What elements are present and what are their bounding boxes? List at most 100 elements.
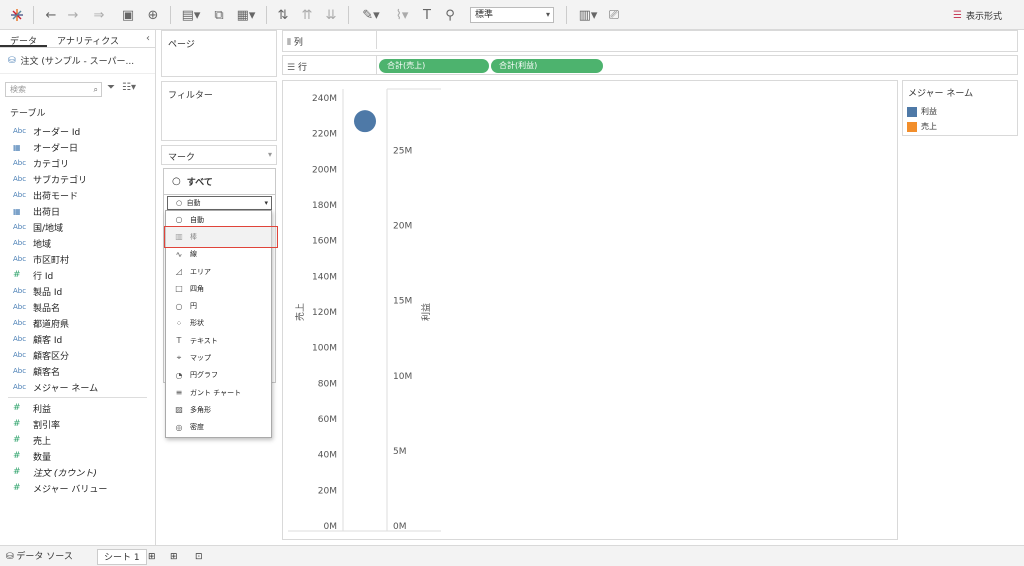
mark-type-option[interactable]: ▨ 多角形 (166, 401, 271, 418)
field-item[interactable]: Abc 地域 (0, 235, 155, 251)
fit-select[interactable]: 標準 ▾ (470, 7, 554, 23)
replay-icon[interactable]: ⇒ (88, 6, 110, 24)
show-me-button[interactable]: ☰ 表示形式 (953, 9, 1002, 22)
chart-svg[interactable]: 240M 220M 200M 180M 160M 140M 120M 100M 80M 60M 40… (283, 81, 899, 541)
sort-asc-icon[interactable]: ⇈ (298, 6, 316, 24)
field-item[interactable]: # 数量 (0, 448, 155, 464)
swap-icon[interactable]: ⇅ (274, 6, 292, 24)
new-datasource-icon[interactable]: ⊕ (145, 6, 161, 24)
columns-icon: ⦀ (287, 38, 291, 48)
label-icon[interactable]: T (419, 6, 435, 24)
field-item[interactable]: # 注文 (カウント) (0, 464, 155, 480)
field-item[interactable]: Abc カテゴリ (0, 155, 155, 171)
save-icon[interactable]: ▣ (120, 6, 136, 24)
field-item[interactable]: ▦ オーダー日 (0, 139, 155, 155)
collapse-icon[interactable]: ‹ (146, 33, 150, 44)
string-icon: Abc (13, 303, 27, 311)
group-icon[interactable]: ⌇▾ (389, 6, 415, 24)
mark-type-label: テキスト (190, 336, 218, 345)
field-item[interactable]: Abc 都道府県 (0, 315, 155, 331)
mark-type-select[interactable]: ○ 自動 ▾ (167, 196, 272, 210)
legend-item-profit[interactable]: 利益 (903, 104, 1017, 119)
mark-type-option[interactable]: □ 四角 (166, 280, 271, 297)
datasource-icon: ⛁ (8, 55, 16, 66)
field-name: カテゴリ (33, 159, 70, 170)
legend-swatch (907, 106, 917, 117)
marks-all-row[interactable]: ○ すべて (164, 169, 275, 195)
field-item[interactable]: Abc 市区町村 (0, 251, 155, 267)
clear-sheet-icon[interactable]: ▦▾ (232, 6, 260, 24)
mark-type-option[interactable]: ≡ ガント チャート (166, 384, 271, 401)
chevron-down-icon: ▾ (267, 150, 272, 159)
marks-card-header[interactable]: マーク ▾ (161, 145, 277, 165)
mark-type-option[interactable]: T テキスト (166, 332, 271, 349)
show-cards-icon[interactable]: ▥▾ (574, 6, 602, 24)
mark-type-option[interactable]: ◔ 円グラフ (166, 367, 271, 384)
field-name: 割引率 (33, 420, 61, 431)
rows-shelf[interactable]: ☰ 行 合計(売上) 合計(利益) (282, 55, 1018, 75)
pill-sum-profit[interactable]: 合計(利益) (491, 59, 603, 73)
highlight-icon[interactable]: ✎▾ (358, 6, 384, 24)
presentation-icon[interactable]: ⎚ (606, 6, 622, 24)
mark-type-option[interactable]: ∿ 線 (166, 246, 271, 263)
filter-icon[interactable]: ⏷ (107, 82, 115, 93)
new-worksheet-icon[interactable]: ▤▾ (177, 6, 205, 24)
new-sheet-icon[interactable]: ⊞ (148, 549, 156, 565)
columns-shelf[interactable]: ⦀ 列 (282, 30, 1018, 52)
field-item[interactable]: # 割引率 (0, 416, 155, 432)
field-name: 顧客区分 (33, 351, 70, 362)
field-item[interactable]: Abc 出荷モード (0, 187, 155, 203)
mark-type-icon: ≡ (175, 388, 183, 398)
mark-type-option[interactable]: ○ 円 (166, 297, 271, 314)
field-item[interactable]: Abc 製品名 (0, 299, 155, 315)
field-item[interactable]: Abc 顧客名 (0, 363, 155, 379)
undo-icon[interactable]: ← (42, 6, 60, 24)
tab-data[interactable]: データ (0, 30, 48, 47)
sheet-tab[interactable]: シート 1 (97, 549, 147, 565)
mark-type-label: 自動 (190, 215, 204, 224)
tab-analytics[interactable]: アナリティクス (47, 30, 129, 47)
mark-type-icon: ○ (175, 301, 183, 311)
pin-icon[interactable]: ⚲ (442, 6, 458, 24)
mark-type-option[interactable]: ◎ 密度 (166, 419, 271, 436)
string-icon: Abc (13, 319, 27, 327)
mark-type-option[interactable]: ⌖ マップ (166, 349, 271, 366)
mark-type-option[interactable]: ◿ エリア (166, 263, 271, 280)
filters-card[interactable]: フィルター (161, 81, 277, 141)
tables-heading: テーブル (10, 109, 46, 119)
field-item[interactable]: Abc 国/地域 (0, 219, 155, 235)
view-list-icon[interactable]: ☷▾ (122, 82, 136, 93)
datasource-item[interactable]: ⛁ 注文 (サンプル - スーパー... (0, 48, 155, 74)
field-item[interactable]: # メジャー バリュー (0, 480, 155, 496)
field-item[interactable]: # 売上 (0, 432, 155, 448)
field-item[interactable]: Abc 顧客区分 (0, 347, 155, 363)
dimension-list: Abc オーダー Id ▦ オーダー日 Abc カテゴリ Abc サブカテゴリ Abc 出荷モード… (0, 123, 155, 395)
field-item[interactable]: Abc 顧客 Id (0, 331, 155, 347)
pages-card[interactable]: ページ (161, 30, 277, 77)
string-icon: Abc (13, 335, 27, 343)
datasource-tab[interactable]: ⛁ データ ソース (6, 549, 73, 565)
mark-type-option[interactable]: ⁘ 形状 (166, 315, 271, 332)
mark-type-icon: ⌖ (176, 353, 182, 363)
field-name: 市区町村 (33, 255, 70, 266)
field-item[interactable]: # 行 Id (0, 267, 155, 283)
new-dashboard-icon[interactable]: ⊞ (170, 549, 178, 565)
field-item[interactable]: Abc メジャー ネーム (0, 379, 155, 395)
search-input[interactable]: 検索 ⌕ (5, 82, 102, 97)
string-icon: Abc (13, 159, 27, 167)
chart-view: 240M 220M 200M 180M 160M 140M 120M 100M 80M 60M 40… (282, 80, 898, 540)
mark-type-label: ガント チャート (190, 388, 242, 397)
pill-sum-sales[interactable]: 合計(売上) (379, 59, 489, 73)
new-story-icon[interactable]: ⊡ (195, 549, 203, 565)
field-item[interactable]: Abc サブカテゴリ (0, 171, 155, 187)
redo-icon[interactable]: → (64, 6, 82, 24)
field-item[interactable]: # 利益 (0, 400, 155, 416)
duplicate-icon[interactable]: ⧉ (210, 6, 228, 24)
field-item[interactable]: Abc 製品 Id (0, 283, 155, 299)
sort-desc-icon[interactable]: ⇊ (322, 6, 340, 24)
right-axis-tick: 20M (393, 222, 412, 232)
legend-item-sales[interactable]: 売上 (903, 119, 1017, 134)
field-item[interactable]: Abc オーダー Id (0, 123, 155, 139)
field-item[interactable]: ▦ 出荷日 (0, 203, 155, 219)
tableau-logo-icon[interactable] (8, 6, 26, 24)
